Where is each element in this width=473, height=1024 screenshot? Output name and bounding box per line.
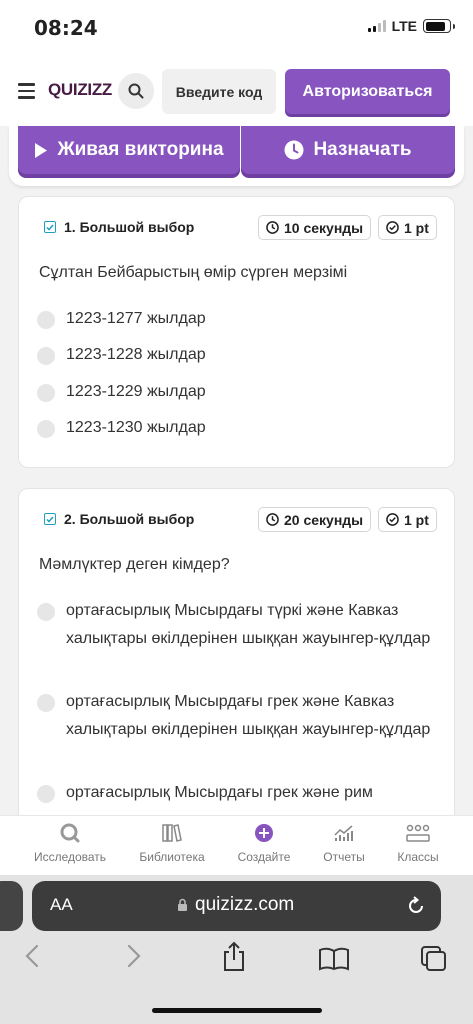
menu-icon[interactable] (18, 83, 35, 103)
explore-icon (60, 823, 80, 843)
live-quiz-button[interactable]: Живая викторина (18, 126, 240, 174)
url-display[interactable]: quizizz.com (177, 894, 294, 916)
enter-code-button[interactable]: Введите код (162, 69, 276, 114)
question-text: Сұлтан Бейбарыстың өмір сүрген мерзімі (39, 264, 348, 281)
answer-option: 1223-1230 жылдар (37, 419, 434, 442)
radio-icon (37, 384, 55, 402)
time-label: 20 секунды (284, 511, 364, 528)
url-text: quizizz.com (195, 894, 295, 915)
option-label: 1223-1229 жылдар (66, 383, 206, 400)
clock-icon (266, 513, 279, 526)
time-label: 10 секунды (284, 219, 364, 236)
answer-option: 1223-1277 жылдар (37, 310, 434, 333)
address-bar[interactable]: AA quizizz.com (32, 881, 441, 931)
clock-icon (266, 221, 279, 234)
reload-icon[interactable] (405, 895, 427, 917)
signal-icon (367, 20, 386, 32)
question-header: 2. Большой выбор 20 секунды 1 pt (19, 507, 454, 533)
points-label: 1 pt (404, 219, 429, 236)
lock-icon (178, 898, 187, 911)
live-quiz-label: Живая викторина (57, 139, 224, 160)
reader-settings-button[interactable]: AA (50, 895, 73, 915)
play-icon (35, 142, 48, 158)
network-label: LTE (391, 18, 417, 34)
question-card: 1. Большой выбор 10 секунды 1 pt Сұлтан … (18, 196, 455, 468)
points-badge: 1 pt (378, 507, 437, 532)
option-label: ортағасырлық Мысырдағы грек және Кавказ … (66, 693, 431, 738)
question-type-label: 1. Большой выбор (64, 219, 195, 235)
quiz-actions-card: Живая викторина Назначать (9, 126, 464, 186)
radio-icon (37, 311, 55, 329)
answer-option: 1223-1228 жылдар (37, 346, 434, 369)
option-label: 1223-1277 жылдар (66, 310, 206, 327)
back-icon[interactable] (24, 943, 40, 969)
time-badge: 20 секунды (258, 507, 372, 532)
status-bar: 08:24 LTE (0, 0, 473, 56)
radio-icon (37, 420, 55, 438)
nav-library[interactable]: Библиотека (126, 822, 218, 864)
time-badge: 10 секунды (258, 215, 372, 240)
library-icon (162, 824, 182, 842)
option-label: 1223-1230 жылдар (66, 419, 206, 436)
answer-option: ортағасырлық Мысырдағы грек және рим (37, 784, 434, 807)
nav-label: Классы (397, 850, 439, 864)
share-icon[interactable] (220, 941, 248, 973)
clock: 08:24 (34, 16, 98, 40)
status-icons: LTE (367, 18, 455, 34)
points-badge: 1 pt (378, 215, 437, 240)
plus-circle-icon (255, 824, 273, 842)
tabs-icon[interactable] (420, 945, 448, 973)
answer-option: ортағасырлық Мысырдағы грек және Кавказ … (37, 693, 434, 744)
nav-classes[interactable]: Классы (372, 822, 464, 864)
question-card: 2. Большой выбор 20 секунды 1 pt Мәмлүкт… (18, 488, 455, 828)
option-label: 1223-1228 жылдар (66, 346, 206, 363)
radio-icon (37, 603, 55, 621)
option-label: ортағасырлық Мысырдағы түркі және Кавказ… (66, 602, 431, 647)
assign-button[interactable]: Назначать (241, 126, 455, 174)
clock-icon (284, 140, 304, 160)
question-text: Мәмлүктер деген кімдер? (39, 556, 230, 573)
question-type-label: 2. Большой выбор (64, 511, 195, 527)
nav-label: Создайте (237, 850, 291, 864)
browser-toolbar: AA quizizz.com (0, 875, 473, 1024)
forward-icon[interactable] (126, 943, 142, 969)
nav-explore[interactable]: Исследовать (24, 822, 116, 864)
question-header: 1. Большой выбор 10 секунды 1 pt (19, 215, 454, 241)
radio-icon (37, 694, 55, 712)
nav-label: Отчеты (323, 850, 365, 864)
search-button[interactable] (118, 73, 154, 109)
quizizz-logo[interactable]: QUIZIZZ (48, 80, 112, 100)
bookmarks-icon[interactable] (318, 947, 350, 971)
classes-icon (406, 824, 430, 842)
question-type: 2. Большой выбор (44, 511, 194, 527)
nav-label: Библиотека (139, 850, 205, 864)
question-type: 1. Большой выбор (44, 219, 194, 235)
radio-icon (37, 347, 55, 365)
site-header: QUIZIZZ Введите код Авторизоваться (0, 56, 473, 126)
check-circle-icon (386, 221, 399, 234)
nav-label: Исследовать (33, 850, 107, 864)
answer-option: 1223-1229 жылдар (37, 383, 434, 406)
check-circle-icon (386, 513, 399, 526)
battery-icon (423, 19, 455, 33)
previous-tab[interactable] (0, 881, 23, 931)
login-button[interactable]: Авторизоваться (285, 69, 450, 114)
answer-option: ортағасырлық Мысырдағы түркі және Кавказ… (37, 602, 434, 653)
nav-create[interactable]: Создайте (218, 822, 310, 864)
reports-icon (334, 825, 353, 841)
radio-icon (37, 785, 55, 803)
option-label: ортағасырлық Мысырдағы грек және рим (66, 784, 373, 801)
search-icon (128, 83, 144, 99)
assign-label: Назначать (313, 139, 412, 160)
checkbox-icon (44, 513, 56, 525)
points-label: 1 pt (404, 511, 429, 528)
home-indicator (152, 1008, 322, 1013)
checkbox-icon (44, 221, 56, 233)
bottom-navigation: Исследовать Библиотека Создайте Отчеты К… (0, 815, 473, 875)
